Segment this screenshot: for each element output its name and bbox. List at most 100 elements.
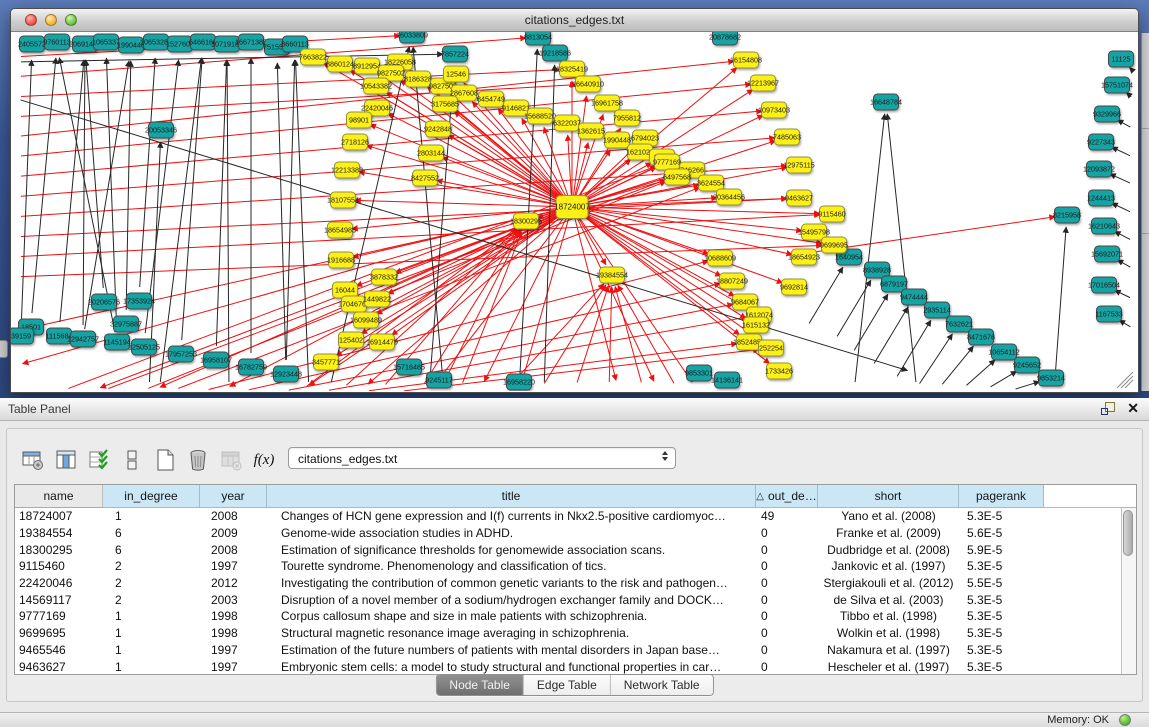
graph-edge[interactable] — [854, 294, 888, 350]
cell-short[interactable]: Franke et al. (2009) — [818, 526, 959, 540]
graph-edge[interactable] — [160, 58, 201, 382]
graph-edge[interactable] — [60, 60, 84, 322]
network-window-titlebar[interactable]: citations_edges.txt — [11, 9, 1138, 32]
cell-name[interactable]: 9465546 — [15, 643, 103, 657]
table-row[interactable]: 1830029562008Estimation of significance … — [15, 541, 1136, 558]
graph-edge[interactable] — [582, 207, 820, 213]
graph-edge[interactable] — [837, 280, 871, 336]
cell-pagerank[interactable]: 5.3E-5 — [959, 643, 1044, 657]
graph-edge[interactable] — [609, 287, 611, 382]
column-header-name[interactable]: name — [15, 485, 103, 508]
column-header-in_degree[interactable]: in_degree — [103, 485, 200, 508]
cell-year[interactable]: 2009 — [200, 526, 267, 540]
graph-edge[interactable] — [227, 60, 229, 382]
cell-out_de[interactable]: 0 — [756, 609, 818, 623]
table-row[interactable]: 977716911998Corpus callosum shape and si… — [15, 608, 1136, 625]
cell-year[interactable]: 1997 — [200, 559, 267, 573]
cell-pagerank[interactable]: 5.3E-5 — [959, 593, 1044, 607]
tab-edge-table[interactable]: Edge Table — [524, 675, 611, 695]
graph-edge[interactable] — [966, 360, 995, 385]
show-columns-button[interactable] — [53, 447, 79, 473]
new-file-button[interactable] — [152, 447, 178, 473]
cell-in_degree[interactable]: 1 — [103, 609, 200, 623]
cell-year[interactable]: 1998 — [200, 609, 267, 623]
close-panel-button[interactable]: ✕ — [1127, 400, 1139, 416]
graph-edge[interactable] — [230, 212, 564, 387]
column-header-out_de[interactable]: △out_de… — [756, 485, 818, 508]
select-all-rows-button[interactable] — [86, 447, 112, 473]
network-canvas[interactable]: 2405572976011320691406106533719904481065… — [11, 32, 1136, 391]
cell-title[interactable]: Estimation of the future numbers of pati… — [267, 643, 756, 657]
graph-edge[interactable] — [355, 200, 562, 206]
graph-edge[interactable] — [86, 60, 103, 288]
cell-out_de[interactable]: 0 — [756, 526, 818, 540]
graph-edge[interactable] — [430, 66, 454, 382]
cell-title[interactable]: Structural magnetic resonance image aver… — [267, 626, 756, 640]
graph-edge[interactable] — [1055, 227, 1066, 382]
graph-edge[interactable] — [182, 58, 202, 340]
table-row[interactable]: 1872400712008Changes of HCN gene express… — [15, 508, 1136, 525]
cell-pagerank[interactable]: 5.3E-5 — [959, 509, 1044, 523]
float-panel-button[interactable] — [1101, 402, 1115, 416]
cell-pagerank[interactable]: 5.3E-5 — [959, 609, 1044, 623]
cell-in_degree[interactable]: 1 — [103, 626, 200, 640]
graph-edge[interactable] — [85, 61, 129, 329]
cell-title[interactable]: Genome-wide association studies in ADHD. — [267, 526, 756, 540]
graph-edge[interactable] — [1117, 120, 1130, 127]
cell-year[interactable]: 1998 — [200, 626, 267, 640]
cell-name[interactable]: 9777169 — [15, 609, 103, 623]
graph-edge[interactable] — [277, 63, 285, 360]
graph-edge[interactable] — [1112, 203, 1130, 212]
graph-edge[interactable] — [249, 284, 721, 390]
cell-in_degree[interactable]: 2 — [103, 559, 200, 573]
cell-year[interactable]: 2012 — [200, 576, 267, 590]
cell-name[interactable]: 18724007 — [15, 509, 103, 523]
table-selector-dropdown[interactable]: citations_edges.txt — [288, 447, 676, 469]
graph-edge[interactable] — [1115, 290, 1130, 297]
graph-edge[interactable] — [615, 287, 641, 383]
left-panel-handle[interactable] — [0, 340, 8, 358]
graph-edge[interactable] — [991, 371, 1017, 387]
table-settings-button[interactable] — [20, 447, 46, 473]
cell-pagerank[interactable]: 5.6E-5 — [959, 526, 1044, 540]
graph-edge[interactable] — [582, 208, 822, 243]
graph-edge[interactable] — [809, 267, 843, 323]
graph-edge[interactable] — [23, 209, 563, 329]
graph-edge[interactable] — [581, 163, 652, 202]
graph-edge[interactable] — [874, 307, 908, 363]
cell-short[interactable]: Tibbo et al. (1998) — [818, 609, 959, 623]
cell-in_degree[interactable]: 1 — [103, 509, 200, 523]
cell-title[interactable]: Investigating the contribution of common… — [267, 576, 756, 590]
graph-edge[interactable] — [1115, 231, 1130, 239]
cell-out_de[interactable]: 0 — [756, 593, 818, 607]
table-row[interactable]: 1456911722003Disruption of a novel membe… — [15, 591, 1136, 608]
graph-edge[interactable] — [1112, 147, 1130, 156]
graph-edge[interactable] — [1129, 67, 1131, 69]
cell-pagerank[interactable]: 5.3E-5 — [959, 660, 1044, 674]
cell-title[interactable]: Estimation of significance thresholds fo… — [267, 543, 756, 557]
cell-out_de[interactable]: 0 — [756, 559, 818, 573]
cell-short[interactable]: Stergiakouli et al. (2012) — [818, 576, 959, 590]
scrollbar-thumb[interactable] — [1123, 510, 1133, 556]
cell-out_de[interactable]: 49 — [756, 509, 818, 523]
cell-pagerank[interactable]: 5.3E-5 — [959, 559, 1044, 573]
graph-edge[interactable] — [83, 60, 85, 325]
table-row[interactable]: 946362711997Embryonic stem cells: a mode… — [15, 658, 1136, 675]
table-row[interactable]: 2242004622012Investigating the contribut… — [15, 575, 1136, 592]
cell-short[interactable]: Dudbridge et al. (2008) — [818, 543, 959, 557]
cell-in_degree[interactable]: 2 — [103, 593, 200, 607]
cell-name[interactable]: 14569117 — [15, 593, 103, 607]
vertical-scrollbar[interactable] — [1121, 508, 1136, 675]
cell-name[interactable]: 18300295 — [15, 543, 103, 557]
graph-edge[interactable] — [568, 135, 572, 197]
cell-year[interactable]: 1997 — [200, 643, 267, 657]
graph-edge[interactable] — [920, 334, 953, 384]
column-header-title[interactable]: title — [267, 485, 756, 508]
cell-short[interactable]: de Silva et al. (2003) — [818, 593, 959, 607]
cell-in_degree[interactable]: 6 — [103, 543, 200, 557]
graph-edge[interactable] — [140, 58, 156, 287]
graph-edge[interactable] — [295, 60, 308, 382]
cell-name[interactable]: 9463627 — [15, 660, 103, 674]
cell-pagerank[interactable]: 5.5E-5 — [959, 576, 1044, 590]
cell-year[interactable]: 2003 — [200, 593, 267, 607]
